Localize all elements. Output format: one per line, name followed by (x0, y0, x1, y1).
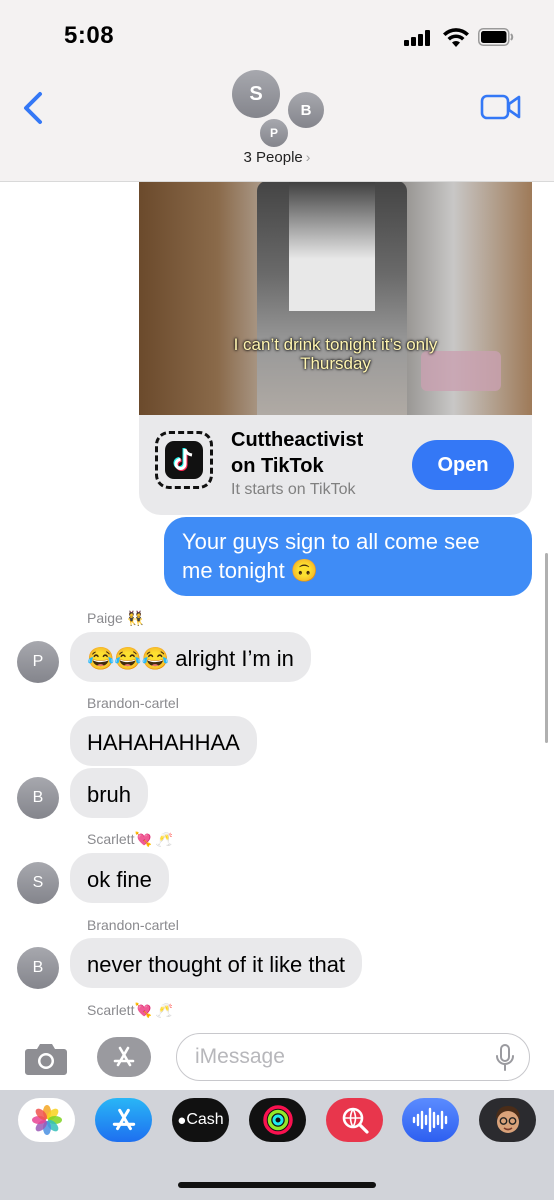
scroll-indicator[interactable] (545, 553, 548, 743)
sender-name: Scarlett💘 🥂 (87, 1002, 174, 1018)
avatar-p[interactable]: P (17, 641, 59, 683)
imessage-input[interactable] (176, 1033, 530, 1081)
video-caption-line-2: Thursday (300, 354, 371, 373)
sender-name: Brandon-cartel (87, 917, 179, 933)
video-call-icon[interactable] (480, 92, 522, 122)
avatar-b[interactable]: B (17, 777, 59, 819)
sender-name: Paige 👯 (87, 610, 145, 626)
tiktok-card-title: Cuttheactivist on TikTok (231, 427, 401, 479)
chevron-right-icon: › (305, 149, 311, 165)
incoming-message[interactable]: bruh (70, 768, 149, 818)
tiktok-link-preview[interactable]: I can’t drink tonight it’s only Thursday… (139, 181, 532, 515)
video-shirt (289, 181, 375, 311)
photos-icon[interactable] (18, 1098, 75, 1142)
memoji-icon[interactable] (479, 1098, 536, 1142)
message-composer (0, 1024, 554, 1090)
apple-cash-icon[interactable]: ● Cash (172, 1098, 229, 1142)
incoming-message[interactable]: HAHAHAHHAA (70, 716, 257, 766)
sender-name-scarlett: Scarlett (87, 831, 135, 847)
incoming-message[interactable]: never thought of it like that (70, 938, 363, 988)
avatar-b[interactable]: B (17, 947, 59, 989)
app-store-apps-button[interactable] (97, 1037, 151, 1077)
status-bar: 5:08 (0, 0, 554, 70)
microphone-icon[interactable] (494, 1044, 516, 1072)
camera-icon[interactable] (24, 1040, 68, 1076)
incoming-message[interactable]: ok fine (70, 853, 169, 903)
back-chevron-icon[interactable] (18, 88, 50, 128)
conversation-header: 5:08 S B P 3 People › (0, 0, 554, 182)
battery-icon (478, 28, 514, 46)
video-caption: I can’t drink tonight it’s only Thursday (139, 335, 532, 373)
group-info-link[interactable]: 3 People › (0, 149, 554, 166)
tiktok-logo-icon (155, 431, 213, 489)
wifi-icon (443, 28, 469, 47)
tiktok-card-title-line-1: Cuttheactivist (231, 429, 364, 451)
status-time: 5:08 (64, 22, 115, 49)
avatar-s[interactable]: S (232, 70, 280, 118)
sender-name-scarlett: Scarlett (87, 1002, 135, 1018)
avatar-s[interactable]: S (17, 862, 59, 904)
activity-icon[interactable] (249, 1098, 306, 1142)
open-tiktok-button[interactable]: Open (412, 440, 514, 490)
sender-name: Brandon-cartel (87, 695, 179, 711)
video-caption-line-1: I can’t drink tonight it’s only (233, 335, 438, 354)
sender-name-paige: Paige (87, 610, 123, 626)
tiktok-card-title-line-2: on TikTok (231, 455, 324, 477)
incoming-message-text: alright I’m in (175, 646, 294, 671)
audio-message-icon[interactable] (402, 1098, 459, 1142)
group-member-count: 3 People (243, 149, 303, 166)
app-store-icon (113, 1046, 135, 1067)
outgoing-message[interactable]: Your guys sign to all come see me tonigh… (164, 517, 532, 596)
incoming-message[interactable]: 😂😂😂 alright I’m in (70, 632, 311, 682)
sender-name: Scarlett💘 🥂 (87, 831, 174, 847)
avatar-p[interactable]: P (258, 117, 290, 149)
video-thumbnail[interactable]: I can’t drink tonight it’s only Thursday (139, 181, 532, 415)
imessage-app-drawer: ● Cash (0, 1090, 554, 1200)
tiktok-card-subtitle: It starts on TikTok (231, 481, 356, 498)
apple-cash-label: Cash (186, 1111, 224, 1128)
avatar-b[interactable]: B (286, 90, 326, 130)
app-store-icon[interactable] (95, 1098, 152, 1142)
web-images-icon[interactable] (326, 1098, 383, 1142)
home-indicator[interactable] (178, 1182, 376, 1188)
cellular-signal-icon (404, 30, 434, 46)
